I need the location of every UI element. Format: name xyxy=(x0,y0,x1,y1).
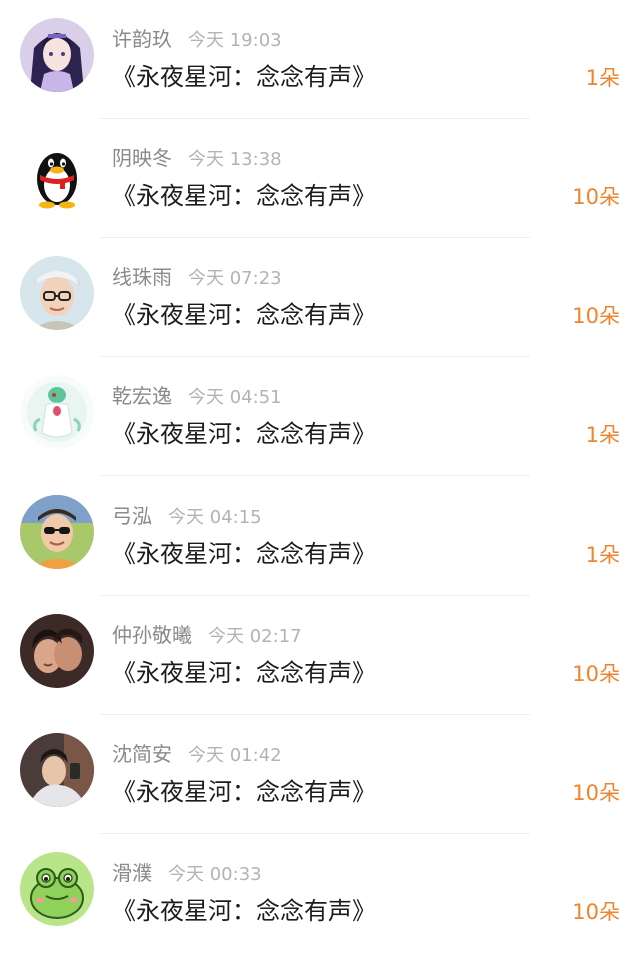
person-sunglasses-avatar-icon[interactable] xyxy=(20,495,94,569)
gift-count: 1朵 xyxy=(585,423,620,447)
work-title[interactable]: 《永夜星河：念念有声》 xyxy=(112,656,376,690)
work-title[interactable]: 《永夜星河：念念有声》 xyxy=(112,775,376,809)
work-title[interactable]: 《永夜星河：念念有声》 xyxy=(112,179,376,213)
anime-girl-avatar-icon[interactable] xyxy=(20,18,94,92)
gift-count: 10朵 xyxy=(572,185,620,209)
user-name[interactable]: 滑濮 xyxy=(112,861,152,885)
divider xyxy=(100,475,530,476)
couple-photo-avatar-icon[interactable] xyxy=(20,614,94,688)
list-item[interactable]: 许韵玖 今天 19:03 《永夜星河：念念有声》 1朵 xyxy=(0,0,640,119)
work-title[interactable]: 《永夜星河：念念有声》 xyxy=(112,417,376,451)
user-name[interactable]: 沈简安 xyxy=(112,742,172,766)
work-title[interactable]: 《永夜星河：念念有声》 xyxy=(112,298,376,332)
user-name[interactable]: 线珠雨 xyxy=(112,265,172,289)
person-glasses-avatar-icon[interactable] xyxy=(20,256,94,330)
gift-count: 10朵 xyxy=(572,304,620,328)
timestamp: 今天 01:42 xyxy=(188,745,282,766)
list-item[interactable]: 弓泓 今天 04:15 《永夜星河：念念有声》 1朵 xyxy=(0,477,640,596)
user-name[interactable]: 弓泓 xyxy=(112,504,152,528)
list-item[interactable]: 仲孙敬曦 今天 02:17 《永夜星河：念念有声》 10朵 xyxy=(0,596,640,715)
gift-count: 10朵 xyxy=(572,662,620,686)
person-photo-avatar-icon[interactable] xyxy=(20,733,94,807)
user-name[interactable]: 仲孙敬曦 xyxy=(112,623,192,647)
work-title[interactable]: 《永夜星河：念念有声》 xyxy=(112,537,376,571)
work-title[interactable]: 《永夜星河：念念有声》 xyxy=(112,60,376,94)
list-item[interactable]: 线珠雨 今天 07:23 《永夜星河：念念有声》 10朵 xyxy=(0,238,640,357)
gift-count: 10朵 xyxy=(572,781,620,805)
gift-count: 1朵 xyxy=(585,66,620,90)
gift-count: 1朵 xyxy=(585,543,620,567)
user-name[interactable]: 许韵玖 xyxy=(112,27,172,51)
timestamp: 今天 04:15 xyxy=(168,507,262,528)
list-item[interactable]: 沈简安 今天 01:42 《永夜星河：念念有声》 10朵 xyxy=(0,715,640,834)
list-item[interactable]: 乾宏逸 今天 04:51 《永夜星河：念念有声》 1朵 xyxy=(0,357,640,476)
timestamp: 今天 02:17 xyxy=(208,626,302,647)
list-item[interactable]: 滑濮 今天 00:33 《永夜星河：念念有声》 10朵 xyxy=(0,834,640,953)
timestamp: 今天 04:51 xyxy=(188,387,282,408)
penguin-avatar-icon[interactable] xyxy=(20,137,94,211)
cartoon-creature-avatar-icon[interactable] xyxy=(20,375,94,449)
gift-count: 10朵 xyxy=(572,900,620,924)
timestamp: 今天 07:23 xyxy=(188,268,282,289)
timestamp: 今天 13:38 xyxy=(188,149,282,170)
user-name[interactable]: 阴映冬 xyxy=(112,146,172,170)
timestamp: 今天 19:03 xyxy=(188,30,282,51)
list-item[interactable]: 阴映冬 今天 13:38 《永夜星河：念念有声》 10朵 xyxy=(0,119,640,238)
frog-avatar-icon[interactable] xyxy=(20,852,94,926)
user-name[interactable]: 乾宏逸 xyxy=(112,384,172,408)
work-title[interactable]: 《永夜星河：念念有声》 xyxy=(112,894,376,928)
gift-record-list: 许韵玖 今天 19:03 《永夜星河：念念有声》 1朵 阴映冬 今天 13:38… xyxy=(0,0,640,946)
timestamp: 今天 00:33 xyxy=(168,864,262,885)
